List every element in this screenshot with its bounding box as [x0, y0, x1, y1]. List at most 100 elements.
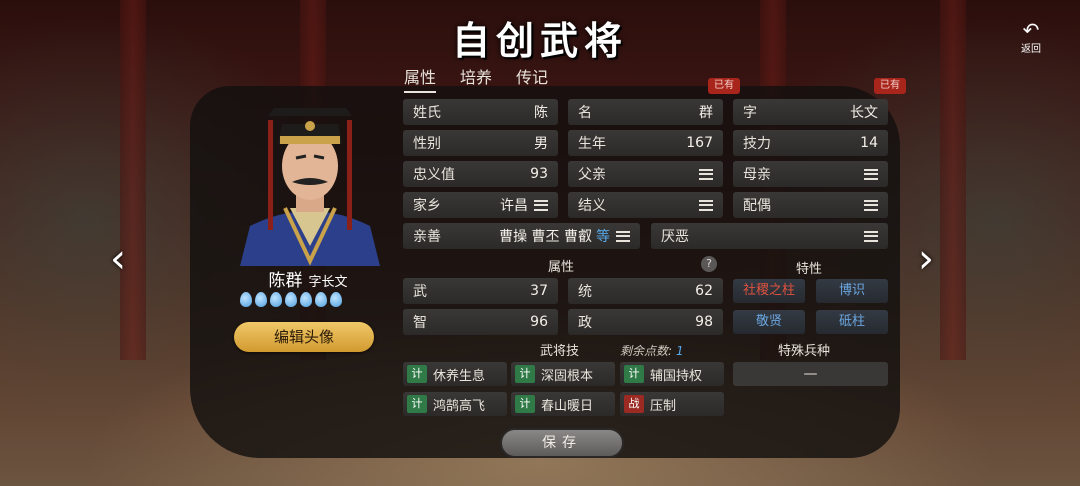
remaining-points: 剩余点数: 1: [620, 342, 684, 359]
back-button[interactable]: ↶ 返回: [1016, 20, 1046, 55]
surname-field[interactable]: 姓氏 陈: [403, 99, 558, 125]
trait-item[interactable]: 敬贤: [733, 310, 805, 334]
menu-icon[interactable]: [864, 199, 878, 211]
skill-label: 春山暖日: [541, 398, 594, 414]
attributes-section-label: 属性: [548, 260, 575, 275]
left-arrow-icon[interactable]: ‹: [110, 236, 126, 282]
attr-command-label: 统: [578, 284, 592, 300]
sworn-field[interactable]: 结义: [568, 192, 723, 218]
tab-attributes[interactable]: 属性: [404, 64, 437, 93]
special-troop-value[interactable]: —: [733, 362, 888, 386]
skill-power-field[interactable]: 技力 14: [733, 130, 888, 156]
attr-politics-value: 98: [695, 314, 713, 330]
hostile-field[interactable]: 厌恶: [651, 223, 888, 249]
character-courtesy: 字长文: [308, 275, 348, 290]
friendly-field[interactable]: 亲善 曹操 曹丕 曹叡等: [403, 223, 640, 249]
right-arrow-icon[interactable]: ›: [918, 236, 934, 282]
skill-item[interactable]: 计鸿鹄高飞: [403, 392, 507, 416]
skill-tag: 计: [407, 395, 427, 413]
trait-item[interactable]: 社稷之柱: [733, 279, 805, 303]
birth-year-field[interactable]: 生年 167: [568, 130, 723, 156]
attr-war-field[interactable]: 武 37: [403, 278, 558, 304]
special-troop-section-label: 特殊兵种: [778, 344, 831, 359]
gender-label: 性别: [413, 136, 441, 152]
attr-intelligence-field[interactable]: 智 96: [403, 309, 558, 335]
edit-avatar-button[interactable]: 编辑头像: [234, 322, 374, 352]
courtesy-exists-badge: 已有: [874, 78, 906, 94]
water-drop-icon: [300, 292, 312, 307]
courtesy-value: 长文: [850, 105, 878, 121]
mother-field[interactable]: 母亲: [733, 161, 888, 187]
back-label: 返回: [1021, 44, 1041, 55]
gender-field[interactable]: 性别 男: [403, 130, 558, 156]
hostile-label: 厌恶: [661, 229, 689, 245]
name-exists-badge: 已有: [708, 78, 740, 94]
water-drop-icon: [255, 292, 267, 307]
father-label: 父亲: [578, 167, 606, 183]
trait-item[interactable]: 砥柱: [816, 310, 888, 334]
skill-label: 深固根本: [541, 368, 594, 384]
surname-value: 陈: [534, 105, 548, 121]
tab-bar: 属性 培养 传记: [404, 64, 548, 93]
birth-year-label: 生年: [578, 136, 606, 152]
tab-biography[interactable]: 传记: [516, 64, 548, 93]
skill-tag: 计: [515, 365, 535, 383]
father-field[interactable]: 父亲: [568, 161, 723, 187]
given-name-field[interactable]: 名 群: [568, 99, 723, 125]
skills-section-label: 武将技: [540, 344, 580, 359]
skill-item[interactable]: 战压制: [620, 392, 724, 416]
sworn-label: 结义: [578, 198, 606, 214]
skill-item[interactable]: 计春山暖日: [511, 392, 615, 416]
menu-icon[interactable]: [699, 199, 713, 211]
spouse-field[interactable]: 配偶: [733, 192, 888, 218]
menu-icon[interactable]: [699, 168, 713, 180]
loyalty-label: 忠义值: [413, 167, 455, 183]
menu-icon[interactable]: [534, 199, 548, 211]
potential-drops: [240, 290, 342, 307]
attr-command-field[interactable]: 统 62: [568, 278, 723, 304]
given-name-value: 群: [699, 105, 713, 121]
mother-label: 母亲: [743, 167, 771, 183]
menu-icon[interactable]: [864, 230, 878, 242]
water-drop-icon: [330, 292, 342, 307]
skill-tag: 计: [624, 365, 644, 383]
spouse-label: 配偶: [743, 198, 771, 214]
hometown-field[interactable]: 家乡 许昌: [403, 192, 558, 218]
skill-power-label: 技力: [743, 136, 771, 152]
help-icon[interactable]: ?: [701, 256, 717, 272]
skill-item[interactable]: 计深固根本: [511, 362, 615, 386]
gender-value: 男: [534, 136, 548, 152]
attr-war-label: 武: [413, 284, 427, 300]
courtesy-field[interactable]: 字 长文: [733, 99, 888, 125]
skill-item[interactable]: 计休养生息: [403, 362, 507, 386]
menu-icon[interactable]: [616, 230, 630, 242]
loyalty-field[interactable]: 忠义值 93: [403, 161, 558, 187]
hometown-label: 家乡: [413, 198, 441, 214]
given-name-label: 名: [578, 105, 592, 121]
save-button[interactable]: 保存: [500, 428, 624, 458]
skill-tag: 计: [407, 365, 427, 383]
skill-item[interactable]: 计辅国持权: [620, 362, 724, 386]
back-icon: ↶: [1022, 18, 1040, 42]
skill-tag: 计: [515, 395, 535, 413]
water-drop-icon: [270, 292, 282, 307]
loyalty-value: 93: [530, 166, 548, 182]
attr-politics-field[interactable]: 政 98: [568, 309, 723, 335]
menu-icon[interactable]: [864, 168, 878, 180]
character-name: 陈群: [268, 271, 303, 291]
character-name-line: 陈群 字长文: [228, 266, 388, 291]
hometown-value: 许昌: [500, 198, 528, 214]
skill-label: 休养生息: [433, 368, 486, 384]
remaining-points-label: 剩余点数:: [620, 344, 673, 358]
skill-power-value: 14: [860, 135, 878, 151]
water-drop-icon: [285, 292, 297, 307]
surname-label: 姓氏: [413, 105, 441, 121]
tab-cultivate[interactable]: 培养: [460, 64, 492, 93]
friendly-label: 亲善: [413, 229, 441, 245]
courtesy-label: 字: [743, 105, 757, 121]
trait-item[interactable]: 博识: [816, 279, 888, 303]
friendly-etc: 等: [596, 229, 610, 245]
water-drop-icon: [240, 292, 252, 307]
birth-year-value: 167: [686, 135, 713, 151]
attr-intelligence-label: 智: [413, 315, 427, 331]
